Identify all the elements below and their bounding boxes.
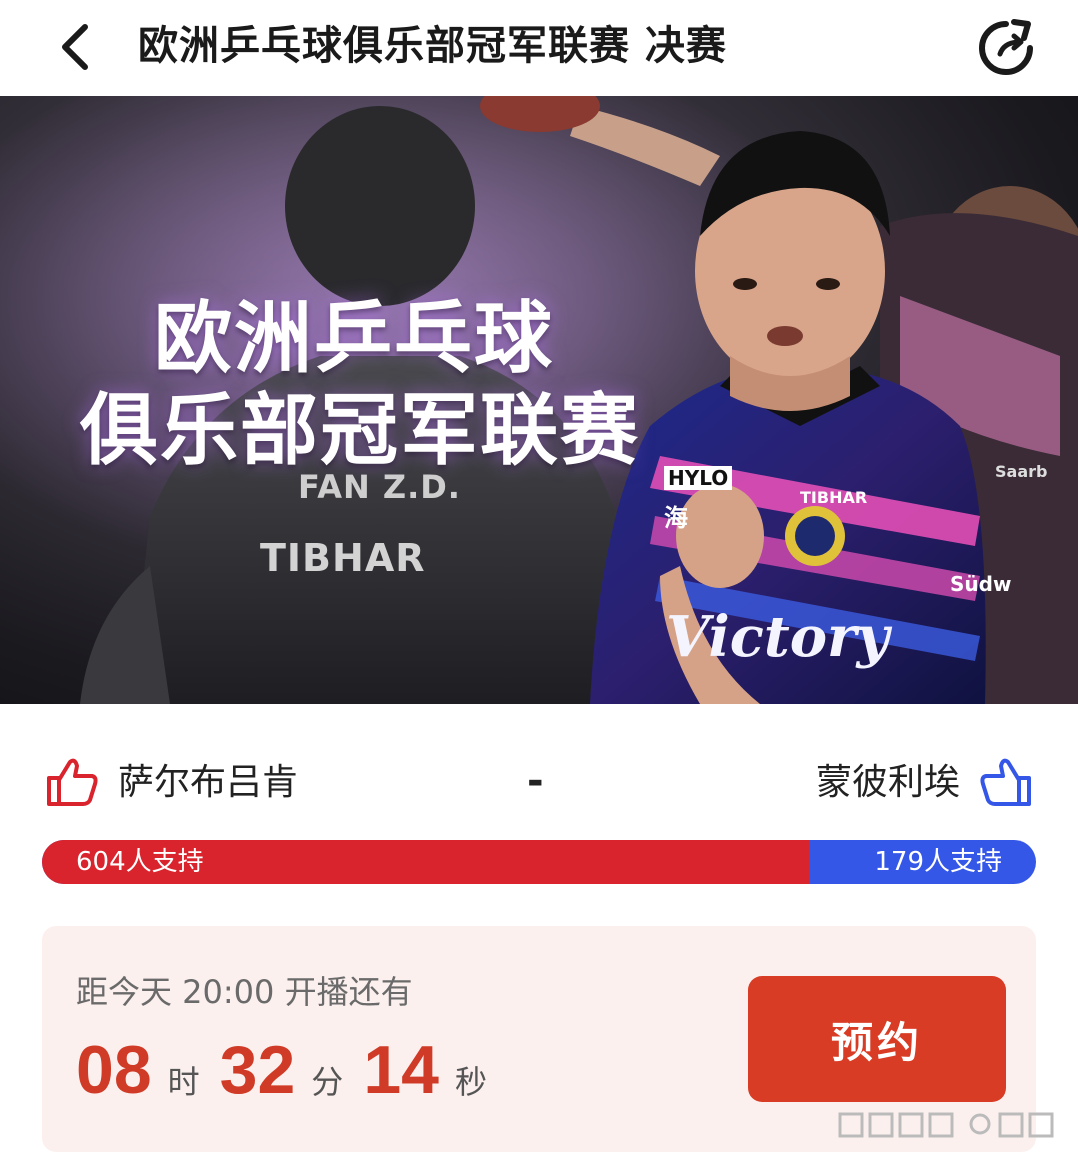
jersey-brand-text: TIBHAR xyxy=(260,536,426,580)
shirt-sponsor-tibhar: TIBHAR xyxy=(800,488,868,507)
shirt-sponsor-hylo: HYLO xyxy=(664,466,733,490)
jersey-name-text: FAN Z.D. xyxy=(298,468,461,506)
thumbs-up-icon xyxy=(47,758,98,806)
countdown-minutes-unit: 分 xyxy=(311,1063,344,1101)
countdown-timer: 08 时 32 分 14 秒 xyxy=(76,1030,507,1110)
team-left-name: 萨尔布吕肯 xyxy=(118,762,299,803)
countdown-hours-unit: 时 xyxy=(167,1063,200,1101)
refresh-button[interactable] xyxy=(968,10,1044,86)
top-nav-bar: 欧洲乒乓球俱乐部冠军联赛 决赛 xyxy=(0,0,1078,96)
back-button[interactable] xyxy=(40,12,110,82)
refresh-icon xyxy=(979,19,1033,75)
shirt-char: 海 xyxy=(664,504,688,532)
chevron-left-icon xyxy=(62,24,88,70)
banner-title-line2: 俱乐部冠军联赛 xyxy=(79,386,640,476)
page-title: 欧洲乒乓球俱乐部冠军联赛 决赛 xyxy=(138,23,727,69)
countdown-label: 距今天 20:00 开播还有 xyxy=(76,973,413,1011)
score-separator: - xyxy=(527,758,544,804)
countdown-hours: 08 xyxy=(76,1032,152,1108)
support-ratio-bar: 604人支持 179人支持 xyxy=(42,840,1036,884)
match-teams-row: 萨尔布吕肯 - 蒙彼利埃 xyxy=(0,748,1078,820)
shirt-sponsor-sudw: Südw xyxy=(950,572,1012,596)
shirt-sponsor-victory: Victory xyxy=(666,604,890,670)
thumbs-up-icon xyxy=(980,758,1031,806)
countdown-minutes: 32 xyxy=(219,1032,296,1108)
match-banner-image: 欧洲乒乓球 俱乐部冠军联赛 FAN Z.D. TIBHAR HYLO TIBHA… xyxy=(0,96,1078,704)
countdown-seconds-unit: 秒 xyxy=(454,1063,487,1101)
support-left-count: 604人支持 xyxy=(76,847,204,877)
support-right-button[interactable] xyxy=(978,754,1034,810)
shirt-sponsor-saarb: Saarb xyxy=(995,462,1048,481)
countdown-seconds: 14 xyxy=(363,1032,439,1108)
support-right-count: 179人支持 xyxy=(874,847,1002,877)
reserve-button[interactable]: 预约 xyxy=(748,976,1006,1102)
watermark-logo xyxy=(838,1112,1054,1138)
team-right-name: 蒙彼利埃 xyxy=(815,762,960,803)
support-left-button[interactable] xyxy=(44,754,100,810)
